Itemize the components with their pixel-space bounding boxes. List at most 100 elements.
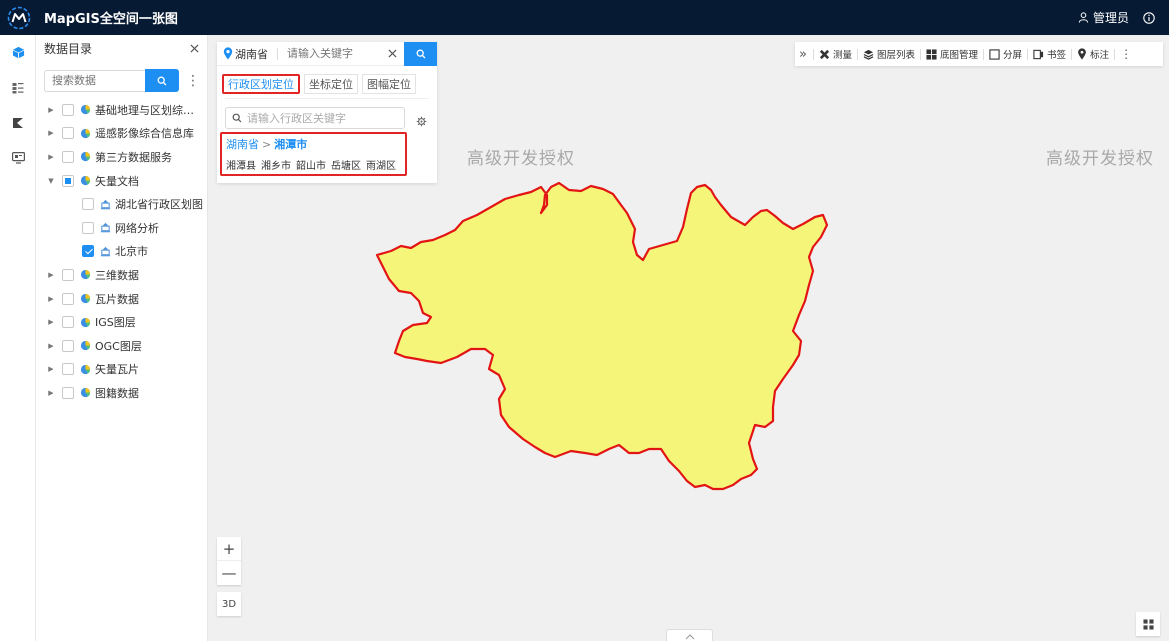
tree-checkbox[interactable] bbox=[62, 268, 74, 281]
tree-item-label: 基础地理与区划综合... bbox=[95, 103, 197, 117]
toolbar-bookmark[interactable]: 书签 bbox=[1033, 47, 1066, 61]
toolbar-basemap[interactable]: 底图管理 bbox=[926, 47, 978, 61]
catalog-search-input[interactable] bbox=[44, 69, 145, 92]
catalog-tree-item[interactable]: 湖北省行政区划图 bbox=[36, 192, 207, 216]
catalog-tree-item[interactable]: ▼ 矢量文档 bbox=[36, 169, 207, 193]
clear-icon[interactable] bbox=[388, 49, 397, 58]
data-folder-pie-icon bbox=[80, 175, 91, 186]
province-selector[interactable]: 湖南省 bbox=[235, 46, 268, 62]
toolbar-split-screen[interactable]: 分屏 bbox=[989, 47, 1022, 61]
map-view[interactable]: 高级开发授权 高级开发授权 湖南省 行政区划定位 bbox=[209, 35, 1169, 641]
tree-checkbox[interactable] bbox=[62, 127, 74, 140]
tree-checkbox[interactable] bbox=[62, 386, 74, 399]
admin-search-input[interactable]: 请输入行政区关键字 bbox=[225, 107, 405, 129]
app-title: MapGIS全空间一张图 bbox=[44, 12, 178, 27]
layout-grid-button[interactable] bbox=[1136, 612, 1160, 636]
district-item[interactable]: 韶山市 bbox=[296, 157, 326, 172]
caret-right-icon[interactable]: ▶ bbox=[46, 318, 56, 326]
zoom-in-button[interactable]: + bbox=[217, 537, 241, 561]
catalog-tree-item[interactable]: ▶ 矢量瓦片 bbox=[36, 358, 207, 382]
rail-item-model[interactable] bbox=[0, 105, 36, 140]
toolbar-label: 书签 bbox=[1047, 50, 1067, 61]
toolbar-layer-list[interactable]: 图层列表 bbox=[863, 47, 915, 61]
3d-mode-button[interactable]: 3D bbox=[217, 592, 241, 616]
catalog-title: 数据目录 bbox=[44, 41, 93, 56]
region-polygon[interactable] bbox=[375, 181, 829, 491]
tree-checkbox[interactable] bbox=[82, 221, 94, 234]
layers-icon bbox=[863, 49, 874, 60]
district-item[interactable]: 雨湖区 bbox=[366, 157, 396, 172]
caret-right-icon[interactable]: ▶ bbox=[46, 153, 56, 161]
collapse-toolbar-icon[interactable]: » bbox=[799, 47, 807, 62]
caret-right-icon[interactable]: ▶ bbox=[46, 129, 56, 137]
catalog-header: 数据目录 bbox=[36, 35, 207, 61]
location-search-button[interactable] bbox=[404, 41, 437, 66]
model-icon bbox=[13, 117, 23, 128]
location-pin-icon bbox=[223, 47, 233, 60]
user-menu[interactable]: 管理员 bbox=[1078, 9, 1129, 26]
caret-right-icon[interactable]: ▶ bbox=[46, 389, 56, 397]
gear-icon[interactable] bbox=[416, 116, 427, 127]
catalog-tree-item[interactable]: ▶ 三维数据 bbox=[36, 263, 207, 287]
district-item[interactable]: 湘乡市 bbox=[261, 157, 291, 172]
toolbar-label: 测量 bbox=[832, 50, 852, 61]
tree-checkbox[interactable] bbox=[82, 198, 94, 211]
caret-right-icon[interactable]: ▶ bbox=[46, 365, 56, 373]
more-options-icon[interactable]: ⋮ bbox=[1120, 47, 1132, 61]
tree-checkbox[interactable] bbox=[62, 103, 74, 116]
search-icon bbox=[157, 76, 167, 85]
tree-checkbox[interactable] bbox=[62, 339, 74, 352]
toolbar-measure[interactable]: 测量 bbox=[819, 47, 852, 61]
caret-right-icon[interactable]: ▶ bbox=[46, 342, 56, 350]
tab-admin-location[interactable]: 行政区划定位 bbox=[222, 74, 300, 94]
user-name: 管理员 bbox=[1092, 11, 1129, 25]
bottom-expand-tab[interactable] bbox=[666, 629, 713, 641]
caret-right-icon[interactable]: ▶ bbox=[46, 295, 56, 303]
zoom-out-button[interactable]: — bbox=[217, 561, 241, 585]
caret-right-icon[interactable]: ▶ bbox=[46, 106, 56, 114]
location-search-bar: 湖南省 bbox=[217, 41, 437, 66]
rail-item-monitor[interactable] bbox=[0, 140, 36, 175]
catalog-tree-item[interactable]: ▶ 遥感影像综合信息库 bbox=[36, 122, 207, 146]
toolbar-label: 图层列表 bbox=[876, 50, 915, 61]
tab-coordinate-location[interactable]: 坐标定位 bbox=[304, 74, 358, 94]
breadcrumb-province[interactable]: 湖南省 bbox=[226, 138, 259, 151]
tree-checkbox[interactable] bbox=[62, 316, 74, 329]
tree-checkbox[interactable] bbox=[62, 150, 74, 163]
tree-checkbox[interactable] bbox=[82, 245, 94, 258]
district-item[interactable]: 岳塘区 bbox=[331, 157, 361, 172]
catalog-tree-item[interactable]: ▶ 图籍数据 bbox=[36, 381, 207, 405]
caret-right-icon[interactable]: ▶ bbox=[46, 271, 56, 279]
catalog-tree-item[interactable]: ▶ 瓦片数据 bbox=[36, 287, 207, 311]
tree-checkbox[interactable] bbox=[62, 292, 74, 305]
tab-sheet-location[interactable]: 图幅定位 bbox=[362, 74, 416, 94]
zoom-control: + — bbox=[217, 537, 241, 585]
chevron-up-icon bbox=[685, 633, 694, 639]
close-icon[interactable] bbox=[190, 43, 199, 53]
catalog-tree-item[interactable]: 北京市 bbox=[36, 240, 207, 264]
toolbar-separator bbox=[983, 48, 985, 60]
catalog-search-button[interactable] bbox=[145, 69, 179, 92]
tree-item-label: 瓦片数据 bbox=[95, 292, 139, 306]
tree-checkbox[interactable] bbox=[62, 363, 74, 376]
district-item[interactable]: 湘潭县 bbox=[226, 157, 256, 172]
caret-down-icon[interactable]: ▼ bbox=[46, 177, 56, 185]
tree-checkbox[interactable] bbox=[62, 174, 74, 187]
catalog-tree-item[interactable]: ▶ OGC图层 bbox=[36, 334, 207, 358]
catalog-tree-item[interactable]: ▶ 第三方数据服务 bbox=[36, 145, 207, 169]
catalog-tree-item[interactable]: 网络分析 bbox=[36, 216, 207, 240]
catalog-tree-item[interactable]: ▶ IGS图层 bbox=[36, 310, 207, 334]
info-icon[interactable] bbox=[1143, 11, 1155, 24]
tree-item-label: 图籍数据 bbox=[95, 386, 139, 400]
admin-result-box: 湖南省 > 湘潭市 湘潭县 湘乡市 韶山市 岳塘区 雨湖区 bbox=[220, 132, 407, 176]
breadcrumb-city[interactable]: 湘潭市 bbox=[274, 138, 307, 151]
rail-item-list[interactable] bbox=[0, 70, 36, 105]
tree-item-label: 三维数据 bbox=[95, 268, 139, 282]
rail-item-data-catalog[interactable] bbox=[0, 35, 36, 70]
location-keyword-input[interactable] bbox=[287, 47, 383, 60]
tree-item-label: 北京市 bbox=[115, 245, 148, 259]
toolbar-annotation[interactable]: 标注 bbox=[1077, 47, 1109, 61]
data-folder-pie-icon bbox=[80, 152, 91, 162]
catalog-tree-item[interactable]: ▶ 基础地理与区划综合... bbox=[36, 98, 207, 122]
more-options-icon[interactable]: ⋮ bbox=[186, 74, 200, 88]
